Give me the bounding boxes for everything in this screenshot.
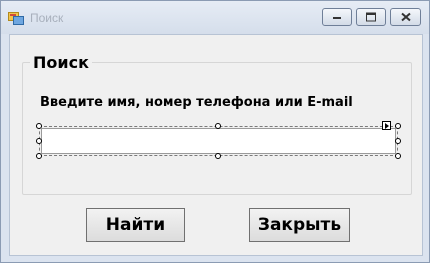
minimize-button[interactable] — [322, 8, 352, 26]
resize-handle-bottom-middle[interactable] — [215, 153, 221, 159]
close-icon — [400, 12, 411, 22]
group-title: Поиск — [30, 53, 92, 72]
resize-handle-bottom-right[interactable] — [395, 153, 401, 159]
maximize-button[interactable] — [356, 8, 386, 26]
client-area: Поиск Введите имя, номер телефона или E-… — [9, 34, 423, 256]
smart-tag-button[interactable] — [382, 121, 391, 130]
resize-handle-middle-right[interactable] — [395, 138, 401, 144]
minimize-icon — [333, 17, 341, 19]
resize-handle-middle-left[interactable] — [36, 138, 42, 144]
window: Поиск Поиск Введите имя, номер телефона … — [0, 0, 430, 263]
close-button[interactable]: Закрыть — [249, 208, 350, 242]
window-app-icon[interactable] — [8, 11, 24, 25]
resize-handle-top-middle[interactable] — [215, 123, 221, 129]
resize-handle-top-left[interactable] — [36, 123, 42, 129]
find-button[interactable]: Найти — [86, 208, 185, 242]
search-input[interactable] — [41, 128, 396, 154]
maximize-icon — [366, 12, 376, 22]
resize-handle-top-right[interactable] — [395, 123, 401, 129]
close-window-button[interactable] — [390, 8, 421, 26]
window-title: Поиск — [30, 11, 64, 25]
search-prompt-label: Введите имя, номер телефона или E-mail — [40, 95, 353, 110]
arrow-right-icon — [385, 123, 389, 129]
resize-handle-bottom-left[interactable] — [36, 153, 42, 159]
title-bar[interactable]: Поиск — [1, 1, 429, 34]
